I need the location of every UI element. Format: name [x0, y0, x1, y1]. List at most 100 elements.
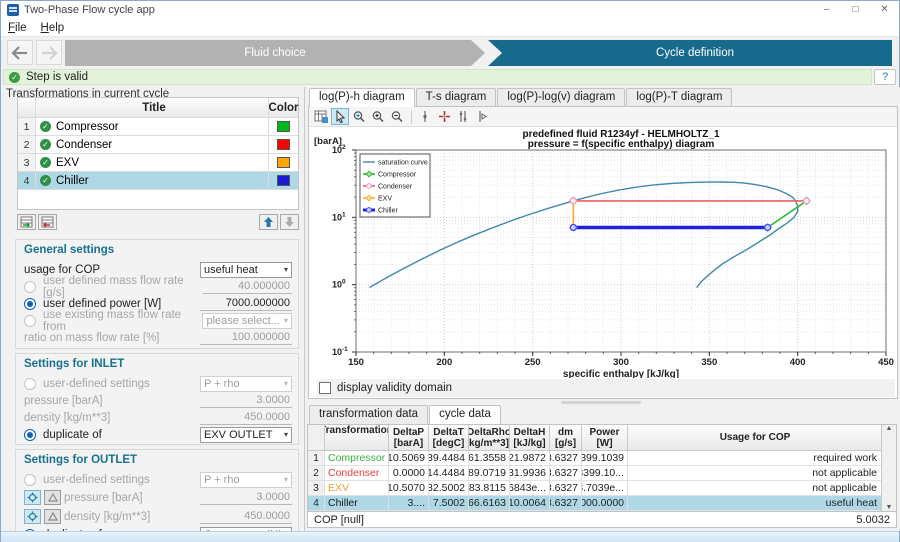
- svg-text:pressure = f(specific enthalpy: pressure = f(specific enthalpy) diagram: [528, 139, 715, 150]
- outlet-density-delta-button[interactable]: [44, 509, 61, 524]
- valid-check-icon: ✓: [40, 139, 51, 150]
- move-down-button[interactable]: [280, 214, 299, 230]
- outlet-user-defined-radio[interactable]: [24, 474, 36, 486]
- outlet-pressure-label: pressure [barA]: [64, 492, 143, 504]
- user-power-field[interactable]: 7000.000000: [200, 297, 292, 311]
- move-up-button[interactable]: [259, 214, 278, 230]
- table-row[interactable]: 2 ✓Condenser: [18, 136, 298, 154]
- crosshair-icon: [27, 492, 38, 503]
- outlet-pressure-target-button[interactable]: [24, 490, 41, 505]
- color-swatch[interactable]: [277, 175, 290, 186]
- validity-checkbox[interactable]: [319, 382, 331, 394]
- table-row[interactable]: 3 ✓EXV: [18, 154, 298, 172]
- wizard-step-cycle-definition[interactable]: Cycle definition: [488, 40, 892, 66]
- existing-mass-flow-label: use existing mass flow rate from: [43, 309, 202, 333]
- svg-text:101: 101: [332, 211, 346, 222]
- cycle-data-table: Transformation DeltaP[barA] DeltaT[degC]…: [307, 424, 897, 512]
- existing-mass-flow-radio[interactable]: [24, 315, 36, 327]
- copy-table-icon[interactable]: [312, 108, 330, 125]
- menu-bar: File Help: [1, 19, 899, 37]
- color-swatch[interactable]: [277, 121, 290, 132]
- row-name: Condenser: [56, 139, 112, 151]
- outlet-pressure-delta-button[interactable]: [44, 490, 61, 505]
- outlet-density-field[interactable]: 450.0000: [200, 510, 292, 524]
- table-row[interactable]: 1 Compressor 10.5069 39.4484 61.3558 21.…: [308, 451, 896, 466]
- minimize-button[interactable]: –: [812, 1, 841, 19]
- cop-label: COP [null]: [314, 514, 364, 526]
- splitter-handle[interactable]: [561, 401, 641, 404]
- tab-t-s[interactable]: T-s diagram: [416, 88, 497, 107]
- tab-logp-logv[interactable]: log(P)-log(v) diagram: [497, 88, 625, 107]
- col-color: Color: [269, 98, 298, 117]
- inlet-mode-select[interactable]: P + rho▾: [200, 376, 292, 392]
- table-row[interactable]: 3 EXV -10.5070 -32.5002 -883.8115 -5.684…: [308, 481, 896, 496]
- outlet-pressure-field[interactable]: 3.0000: [200, 491, 292, 505]
- inlet-density-field[interactable]: 450.0000: [200, 411, 292, 425]
- inlet-duplicate-label: duplicate of: [43, 429, 102, 441]
- delta-icon: [48, 512, 58, 521]
- transformations-table: Title Color 1 ✓Compressor 2 ✓Condenser 3…: [17, 97, 299, 210]
- color-swatch[interactable]: [277, 139, 290, 150]
- mass-flow-rate-radio[interactable]: [24, 281, 36, 293]
- mass-flow-rate-label: user defined mass flow rate [g/s]: [43, 275, 203, 299]
- existing-mass-flow-select[interactable]: please select...▾: [202, 313, 292, 329]
- cycle-data-header: Transformation DeltaP[barA] DeltaT[degC]…: [308, 425, 896, 451]
- svg-text:350: 350: [701, 357, 717, 368]
- step-label: Cycle definition: [656, 47, 734, 59]
- scroll-down-icon[interactable]: ▼: [886, 504, 893, 511]
- status-bar: ✓ Step is valid: [3, 69, 872, 85]
- outlet-density-target-button[interactable]: [24, 509, 41, 524]
- zoom-in-icon[interactable]: [369, 108, 387, 125]
- tab-cycle-data[interactable]: cycle data: [429, 405, 501, 424]
- tab-logp-t[interactable]: log(P)-T diagram: [626, 88, 732, 107]
- app-icon: [7, 4, 19, 16]
- zoom-out-icon[interactable]: [388, 108, 406, 125]
- inlet-duplicate-select[interactable]: EXV OUTLET▾: [200, 427, 292, 443]
- svg-text:450: 450: [878, 357, 894, 368]
- valid-check-icon: ✓: [40, 157, 51, 168]
- table-row[interactable]: 2 Condenser 0.0000 -14.4484 889.0719 -13…: [308, 466, 896, 481]
- forward-button[interactable]: [36, 40, 62, 65]
- double-marker-icon[interactable]: [454, 108, 472, 125]
- crosshair-icon[interactable]: [435, 108, 453, 125]
- mass-flow-rate-field[interactable]: 40.000000: [203, 280, 292, 294]
- marker-line-icon[interactable]: [416, 108, 434, 125]
- row-name: EXV: [56, 157, 79, 169]
- back-button[interactable]: [7, 40, 33, 65]
- title-bar: Two-Phase Flow cycle app – □ ✕: [1, 1, 899, 19]
- tab-transformation-data[interactable]: transformation data: [309, 405, 428, 424]
- menu-file[interactable]: File: [1, 19, 34, 37]
- add-row-icon: [20, 216, 33, 228]
- svg-text:[barA]: [barA]: [314, 136, 342, 147]
- help-button[interactable]: ?: [874, 69, 896, 85]
- ratio-mass-flow-field[interactable]: 100.000000: [200, 331, 292, 345]
- logp-h-chart[interactable]: 15020025030035040045010210110010-1predef…: [310, 128, 898, 378]
- user-power-radio[interactable]: [24, 298, 36, 310]
- valid-check-icon: ✓: [40, 175, 51, 186]
- table-row[interactable]: 1 ✓Compressor: [18, 118, 298, 136]
- table-row-selected[interactable]: 4 ✓Chiller: [18, 172, 298, 190]
- add-transformation-button[interactable]: [17, 214, 36, 230]
- inlet-pressure-field[interactable]: 3.0000: [200, 394, 292, 408]
- close-button[interactable]: ✕: [870, 1, 899, 19]
- menu-help[interactable]: Help: [34, 19, 72, 37]
- outlet-mode-select[interactable]: P + rho▾: [200, 472, 292, 488]
- tab-logp-h[interactable]: log(P)-h diagram: [309, 88, 415, 107]
- maximize-button[interactable]: □: [841, 1, 870, 19]
- select-cursor-icon[interactable]: [331, 108, 349, 125]
- usage-for-cop-select[interactable]: useful heat▾: [200, 262, 292, 278]
- remove-transformation-button[interactable]: [38, 214, 57, 230]
- table-scrollbar[interactable]: ▲ ▼: [881, 425, 896, 511]
- color-swatch[interactable]: [277, 157, 290, 168]
- table-row-selected[interactable]: 4 Chiller 3.... 7.5002 -66.6163 110.0064…: [308, 496, 896, 511]
- status-text: Step is valid: [26, 71, 88, 83]
- outlet-settings-group: Settings for OUTLET user-defined setting…: [15, 449, 299, 542]
- zoom-region-icon[interactable]: [350, 108, 368, 125]
- wizard-step-fluid-choice[interactable]: Fluid choice: [65, 40, 485, 66]
- inlet-duplicate-radio[interactable]: [24, 429, 36, 441]
- toolbar-separator: [411, 110, 412, 124]
- scroll-up-icon[interactable]: ▲: [886, 425, 893, 432]
- inlet-user-defined-radio[interactable]: [24, 378, 36, 390]
- marker-play-icon[interactable]: [473, 108, 491, 125]
- step-label: Fluid choice: [244, 47, 305, 59]
